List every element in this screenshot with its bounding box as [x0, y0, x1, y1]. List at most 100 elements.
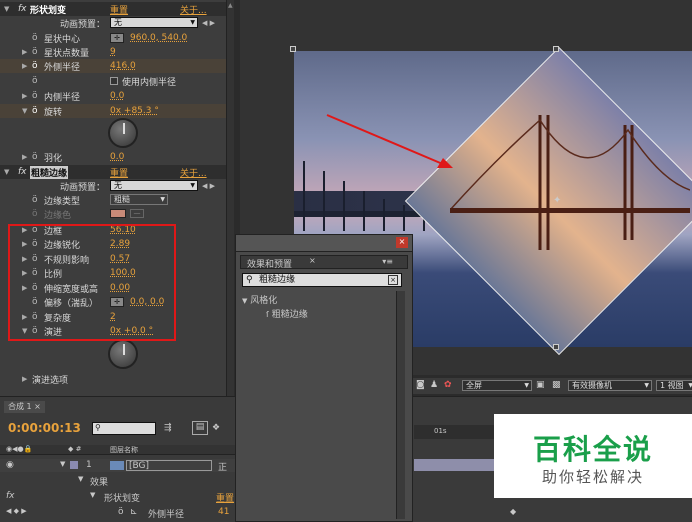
about-link[interactable]: 关于...	[180, 166, 207, 179]
expand-triangle-icon[interactable]: ▶	[22, 153, 27, 161]
fx-icon[interactable]: fx	[6, 491, 15, 501]
checkbox[interactable]	[110, 77, 118, 85]
annotation-arrow	[326, 114, 453, 168]
draft-3d-icon[interactable]: ❖	[212, 423, 220, 433]
expand-triangle-icon[interactable]: ▶	[22, 92, 27, 100]
preset-dropdown[interactable]: 无	[110, 17, 198, 28]
color-swatch[interactable]	[110, 209, 126, 218]
reset-link[interactable]: 重置	[216, 491, 234, 504]
collapse-triangle-icon[interactable]: ▼	[4, 168, 9, 176]
tab-comp[interactable]: 合成 1 ×	[4, 401, 45, 413]
person-icon[interactable]: ♟	[430, 380, 438, 390]
region-icon[interactable]: ▣	[536, 380, 545, 390]
effects-presets-panel: × 效果和预置 × ▾≡ ⚲ 粗糙边缘 × ▼ 风格化 ſ 粗糙边缘	[235, 234, 413, 522]
prop-value[interactable]: 960.0, 540.0	[130, 33, 187, 43]
label-icon: ◆ #	[68, 445, 82, 453]
effects-search-input[interactable]: ⚲ 粗糙边缘 ×	[242, 273, 402, 287]
close-icon[interactable]: ×	[396, 237, 408, 248]
panel-menu-icon[interactable]: ▾≡	[382, 257, 393, 266]
stopwatch-active-icon[interactable]: ö	[118, 507, 124, 517]
collapse-triangle-icon[interactable]: ▼	[242, 297, 247, 305]
stopwatch-icon[interactable]: ö	[32, 47, 38, 57]
blend-mode[interactable]: 正	[218, 460, 227, 473]
expand-triangle-icon[interactable]: ▶	[22, 375, 27, 383]
close-tab-icon[interactable]: ×	[309, 256, 316, 265]
stopwatch-icon[interactable]: ö	[32, 76, 38, 86]
collapse-triangle-icon[interactable]: ▼	[22, 107, 27, 115]
anchor-point-icon[interactable]: ✦	[553, 195, 561, 206]
comp-toolbar: ◙ ♟ ✿ 全屏 ▣ ▩ 有效摄像机 1 视图	[412, 378, 692, 394]
search-value: 粗糙边缘	[259, 275, 296, 285]
prev-next-arrows-icon[interactable]: ◀ ▶	[202, 182, 215, 190]
layer-row[interactable]: ◉ ▼ 1 [BG] 正	[0, 459, 235, 473]
label-color-icon[interactable]	[70, 461, 78, 469]
scroll-up-icon[interactable]: ▲	[228, 2, 233, 9]
expand-triangle-icon[interactable]: ▶	[22, 62, 27, 70]
eye-icon[interactable]: ◉	[6, 460, 14, 470]
keyframe-nav-icon[interactable]: ◀ ◆ ▶	[6, 507, 27, 515]
rotation-dial[interactable]	[108, 118, 138, 148]
expand-triangle-icon[interactable]: ▼	[60, 460, 65, 468]
effect-item[interactable]: ſ 粗糙边缘	[266, 307, 386, 320]
category-item[interactable]: ▼ 风格化	[242, 293, 392, 306]
view-layout-dropdown[interactable]: 1 视图	[656, 380, 692, 391]
prop-value[interactable]: 0.0	[110, 91, 124, 101]
layer-bar[interactable]	[414, 459, 494, 471]
crosshair-icon[interactable]: ✛	[110, 33, 124, 43]
layer-name-header: 图层名称	[110, 446, 138, 454]
layer-handle[interactable]	[553, 46, 559, 52]
preset-dropdown[interactable]: 无	[110, 180, 198, 191]
collapse-triangle-icon[interactable]: ▼	[4, 5, 9, 13]
timecode-display[interactable]: 0:00:00:13	[8, 421, 81, 435]
layer-handle[interactable]	[290, 46, 296, 52]
vertical-scrollbar[interactable]: ▲	[226, 0, 234, 396]
expand-triangle-icon[interactable]: ▶	[22, 48, 27, 56]
prev-next-arrows-icon[interactable]: ◀ ▶	[202, 19, 215, 27]
visibility-icon[interactable]: ◉◀●🔒	[6, 445, 32, 453]
evolution-dial[interactable]	[108, 339, 138, 369]
camera-dropdown[interactable]: 有效摄像机	[568, 380, 652, 391]
panel-scrollbar[interactable]	[396, 291, 405, 519]
tab-effects-presets[interactable]: 效果和预置	[247, 257, 292, 270]
stopwatch-icon[interactable]: ö	[32, 195, 38, 205]
reset-link[interactable]: 重置	[110, 166, 128, 179]
graph-icon[interactable]: ⊾	[130, 507, 138, 517]
search-input[interactable]: ⚲	[92, 422, 156, 435]
layer-name[interactable]: [BG]	[126, 460, 212, 471]
resolution-dropdown[interactable]: 全屏	[462, 380, 532, 391]
property-value[interactable]: 41	[218, 507, 229, 517]
keyframe-icon[interactable]: ◆	[510, 507, 516, 516]
fx-icon[interactable]: fx	[18, 167, 27, 177]
stopwatch-icon[interactable]: ö	[32, 209, 38, 219]
bridge-silhouette	[450, 115, 690, 250]
stopwatch-icon[interactable]: ö	[32, 33, 38, 43]
prop-value[interactable]: 416.0	[110, 61, 136, 71]
live-update-icon[interactable]: ▤	[192, 421, 208, 435]
composition-mini-flowchart-icon[interactable]: ⇶	[164, 423, 172, 433]
clear-search-icon[interactable]: ×	[388, 275, 398, 285]
stopwatch-active-icon[interactable]: ö	[32, 106, 38, 116]
edge-type-dropdown[interactable]: 粗糙	[110, 194, 168, 205]
prop-value[interactable]: 0x +85.3 °	[110, 106, 159, 116]
collapse-triangle-icon[interactable]: ▼	[78, 475, 83, 483]
prop-value[interactable]: 0.0	[110, 152, 124, 162]
watermark-title: 百科全说	[532, 433, 653, 466]
about-link[interactable]: 关于...	[180, 3, 207, 16]
transparency-grid-icon[interactable]: ▩	[552, 380, 561, 390]
collapse-triangle-icon[interactable]: ▼	[90, 491, 95, 499]
effects-label: 效果	[90, 478, 109, 488]
fx-icon[interactable]: fx	[18, 4, 27, 14]
eyedropper-icon[interactable]: —	[130, 209, 144, 218]
color-channel-icon[interactable]: ✿	[444, 380, 452, 390]
stopwatch-icon[interactable]: ö	[32, 152, 38, 162]
layer-handle[interactable]	[553, 344, 559, 350]
effect-header-shape-wipe[interactable]: ▼ fx 形状划变 重置 关于...	[0, 2, 226, 16]
effect-header-roughen-edges[interactable]: ▼ fx 粗糙边缘 重置 关于...	[0, 165, 226, 179]
stopwatch-active-icon[interactable]: ö	[32, 61, 38, 71]
property-row: ◀ ◆ ▶ ö ⊾ 外侧半径 41	[0, 507, 235, 520]
stopwatch-icon[interactable]: ö	[32, 91, 38, 101]
reset-link[interactable]: 重置	[110, 3, 128, 16]
panel-titlebar[interactable]: ×	[236, 235, 412, 252]
snapshot-icon[interactable]: ◙	[416, 380, 425, 390]
prop-value[interactable]: 9	[110, 47, 116, 57]
